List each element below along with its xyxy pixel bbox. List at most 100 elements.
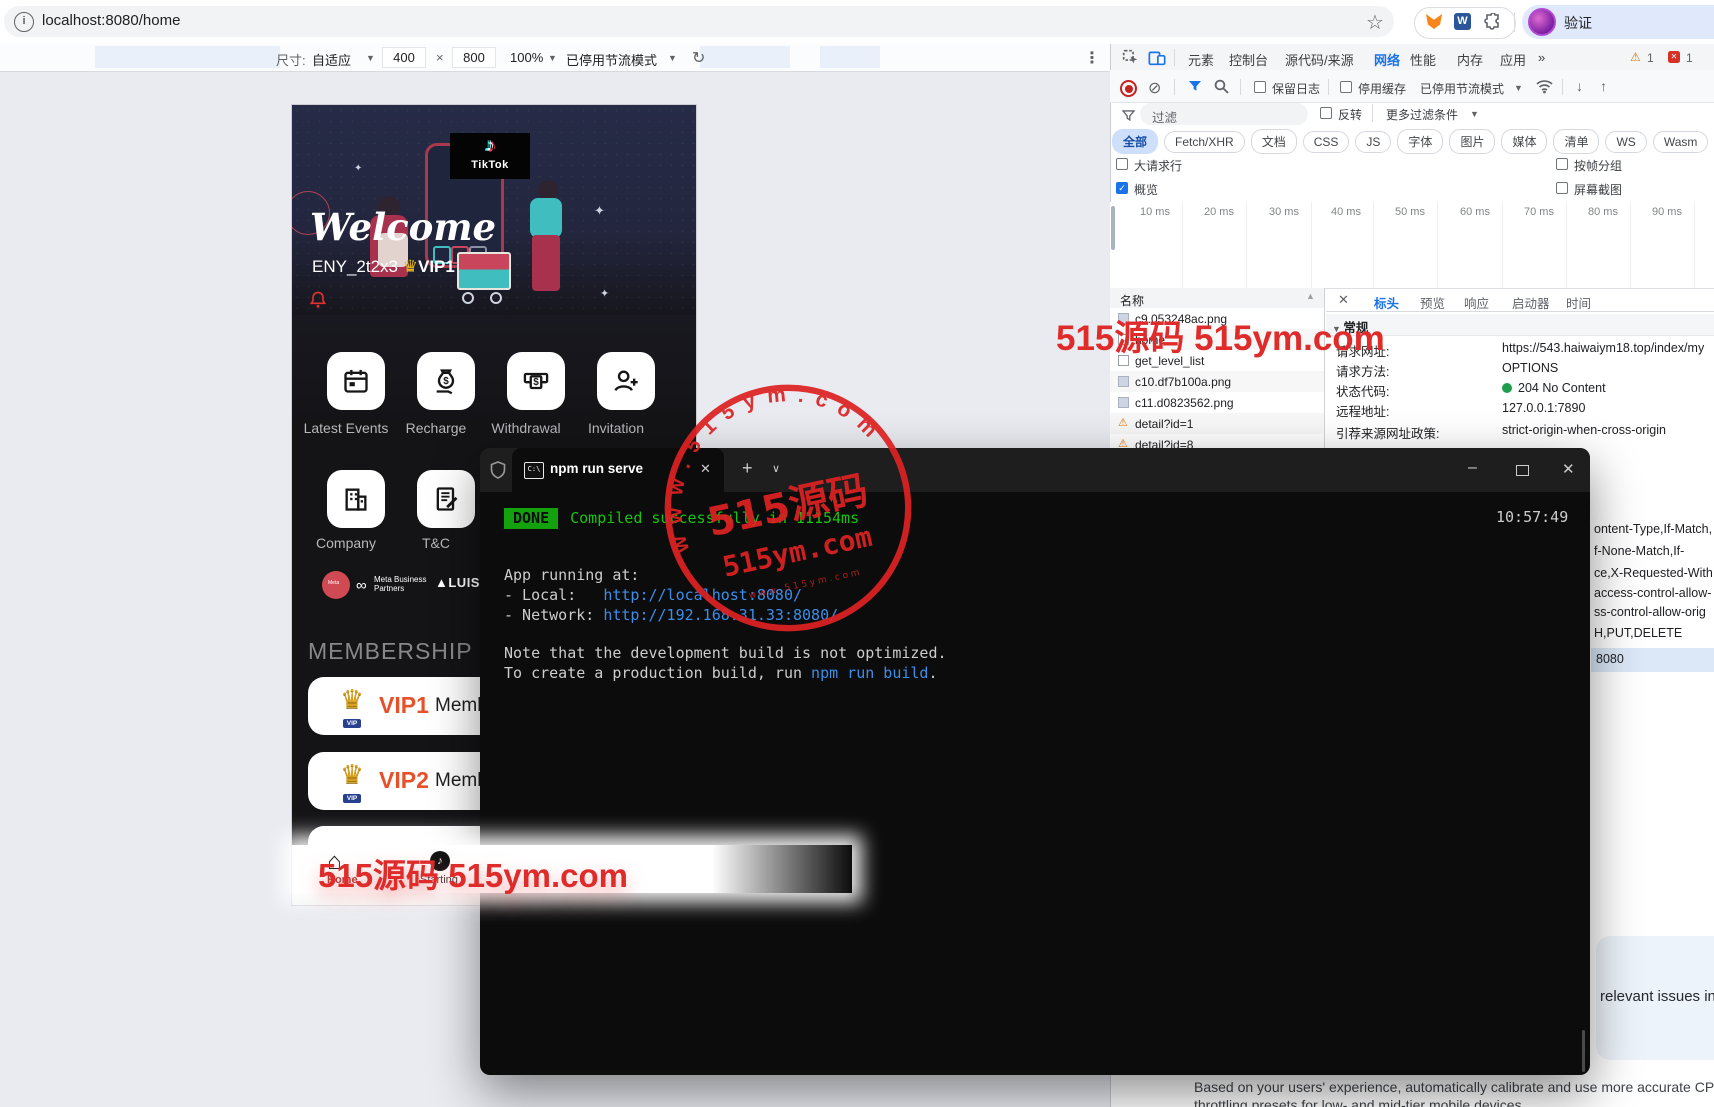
- company-button[interactable]: [327, 470, 385, 528]
- tiktok-note-icon: ♪: [450, 133, 530, 159]
- tab-preview[interactable]: 预览: [1420, 293, 1445, 312]
- zoom-select[interactable]: 100%: [510, 50, 543, 65]
- throttling-description-line1: Based on your users' experience, automat…: [1194, 1079, 1714, 1095]
- more-filters-button[interactable]: 更多过滤条件: [1386, 106, 1458, 123]
- chevron-down-icon: ▼: [1470, 109, 1479, 119]
- url-text[interactable]: localhost:8080/home: [42, 12, 180, 29]
- chip-fetch-xhr[interactable]: Fetch/XHR: [1164, 131, 1245, 153]
- username: ENY_2t2x3: [312, 257, 398, 276]
- tab-console[interactable]: 控制台: [1229, 50, 1268, 69]
- screenshots-checkbox[interactable]: [1556, 182, 1568, 194]
- warning-count: 1: [1647, 51, 1654, 65]
- terminal-scrollbar[interactable]: [1582, 1030, 1585, 1072]
- chip-img[interactable]: 图片: [1449, 129, 1495, 154]
- person-torso: [530, 198, 562, 238]
- size-mode-select[interactable]: 自适应: [312, 50, 351, 69]
- height-input[interactable]: 800: [452, 47, 496, 68]
- group-frames-checkbox[interactable]: [1556, 158, 1568, 170]
- tab-initiator[interactable]: 启动器: [1512, 293, 1550, 312]
- done-badge: DONE: [504, 508, 558, 529]
- money-bag-icon: $: [432, 367, 460, 395]
- withdrawal-button[interactable]: $: [507, 352, 565, 410]
- media-query-bar: [700, 46, 790, 68]
- close-window-icon[interactable]: ✕: [1562, 460, 1575, 478]
- request-method-value: OPTIONS: [1502, 361, 1558, 375]
- bookmark-star-icon[interactable]: ☆: [1366, 10, 1384, 35]
- chip-font[interactable]: 字体: [1397, 129, 1443, 154]
- chevron-down-icon: ▼: [1514, 83, 1523, 93]
- tick-label: 70 ms: [1524, 206, 1554, 218]
- maximize-icon[interactable]: [1516, 465, 1529, 476]
- tab-sources[interactable]: 源代码/来源: [1285, 50, 1354, 69]
- issues-text-fragment: relevant issues in: [1600, 988, 1714, 1005]
- tab-elements[interactable]: 元素: [1188, 50, 1214, 69]
- site-info-icon[interactable]: i: [14, 12, 34, 32]
- divider: [1562, 79, 1563, 95]
- tab-response[interactable]: 响应: [1464, 293, 1489, 312]
- overview-checkbox[interactable]: ✓: [1116, 182, 1128, 194]
- cors-warning-icon: ⚠: [1118, 418, 1129, 429]
- request-row[interactable]: c10.df7b100a.png: [1110, 371, 1324, 392]
- group-frames-label: 按帧分组: [1574, 157, 1622, 174]
- chip-manifest[interactable]: 清单: [1553, 129, 1599, 154]
- word-extension-icon[interactable]: W: [1454, 13, 1471, 30]
- request-row[interactable]: ⚠detail?id=1: [1110, 413, 1324, 434]
- chip-wasm[interactable]: Wasm: [1653, 131, 1709, 153]
- tab-performance[interactable]: 性能: [1410, 50, 1436, 69]
- inspect-cursor-icon[interactable]: [1122, 49, 1139, 66]
- invert-checkbox[interactable]: [1320, 107, 1332, 119]
- chip-media[interactable]: 媒体: [1501, 129, 1547, 154]
- address-bar[interactable]: [4, 6, 1394, 37]
- chevron-down-icon: ▼: [366, 53, 375, 63]
- big-rows-checkbox[interactable]: [1116, 158, 1128, 170]
- filter-icon[interactable]: [1188, 80, 1202, 93]
- more-tabs-chevron[interactable]: »: [1538, 50, 1545, 65]
- avatar[interactable]: [1528, 8, 1556, 36]
- device-toolbar-icon[interactable]: [1148, 49, 1166, 66]
- close-details-icon[interactable]: ✕: [1338, 292, 1349, 308]
- preserve-log-checkbox[interactable]: [1254, 81, 1266, 93]
- watermark-text: 515源码 515ym.com: [318, 849, 628, 897]
- recharge-button[interactable]: $: [417, 352, 475, 410]
- tab-timing[interactable]: 时间: [1566, 293, 1591, 312]
- chip-css[interactable]: CSS: [1303, 131, 1350, 153]
- network-conditions-icon[interactable]: [1536, 79, 1553, 94]
- error-icon[interactable]: ✕: [1668, 51, 1680, 63]
- bell-icon[interactable]: [308, 290, 328, 310]
- clear-icon[interactable]: ⊘: [1148, 78, 1161, 98]
- disable-cache-checkbox[interactable]: [1340, 81, 1352, 93]
- invitation-button[interactable]: [597, 352, 655, 410]
- throttle-select[interactable]: 已停用节流模式: [1420, 80, 1504, 97]
- rotate-device-icon[interactable]: ↻: [692, 48, 705, 68]
- tab-application[interactable]: 应用: [1500, 50, 1526, 69]
- scroll-up-arrow[interactable]: ▲: [1306, 291, 1315, 301]
- overview-scroll-thumb[interactable]: [1111, 206, 1115, 250]
- extensions-puzzle-icon[interactable]: [1484, 13, 1501, 30]
- record-button[interactable]: [1120, 80, 1137, 97]
- name-column-header[interactable]: 名称: [1120, 292, 1144, 309]
- search-icon[interactable]: [1214, 79, 1229, 94]
- calendar-icon: [342, 367, 370, 395]
- chip-js[interactable]: JS: [1355, 131, 1391, 153]
- filter-placeholder: 过滤: [1152, 107, 1177, 126]
- chip-ws[interactable]: WS: [1605, 131, 1646, 153]
- tc-button[interactable]: [417, 470, 475, 528]
- request-row[interactable]: c11.d0823562.png: [1110, 392, 1324, 413]
- import-har-icon[interactable]: ↓: [1576, 78, 1583, 94]
- chip-doc[interactable]: 文档: [1251, 129, 1297, 154]
- latest-events-button[interactable]: [327, 352, 385, 410]
- tab-memory[interactable]: 内存: [1457, 50, 1483, 69]
- filter-funnel-icon: [1122, 110, 1135, 122]
- minimize-icon[interactable]: –: [1468, 459, 1477, 477]
- throttle-select[interactable]: 已停用节流模式: [566, 50, 657, 69]
- width-input[interactable]: 400: [382, 47, 426, 68]
- vip-level: VIP2: [379, 767, 429, 794]
- chip-all[interactable]: 全部: [1112, 129, 1158, 154]
- remote-address-value: 127.0.0.1:7890: [1502, 401, 1585, 415]
- header-fragment: ss-control-allow-orig: [1594, 605, 1706, 619]
- warning-icon[interactable]: ⚠: [1630, 50, 1641, 64]
- multiply-sign: ×: [436, 50, 444, 65]
- export-har-icon[interactable]: ↑: [1600, 78, 1607, 94]
- meta-name: Meta Business: [374, 575, 426, 584]
- overflow-menu-icon[interactable]: ⋮: [1084, 48, 1100, 68]
